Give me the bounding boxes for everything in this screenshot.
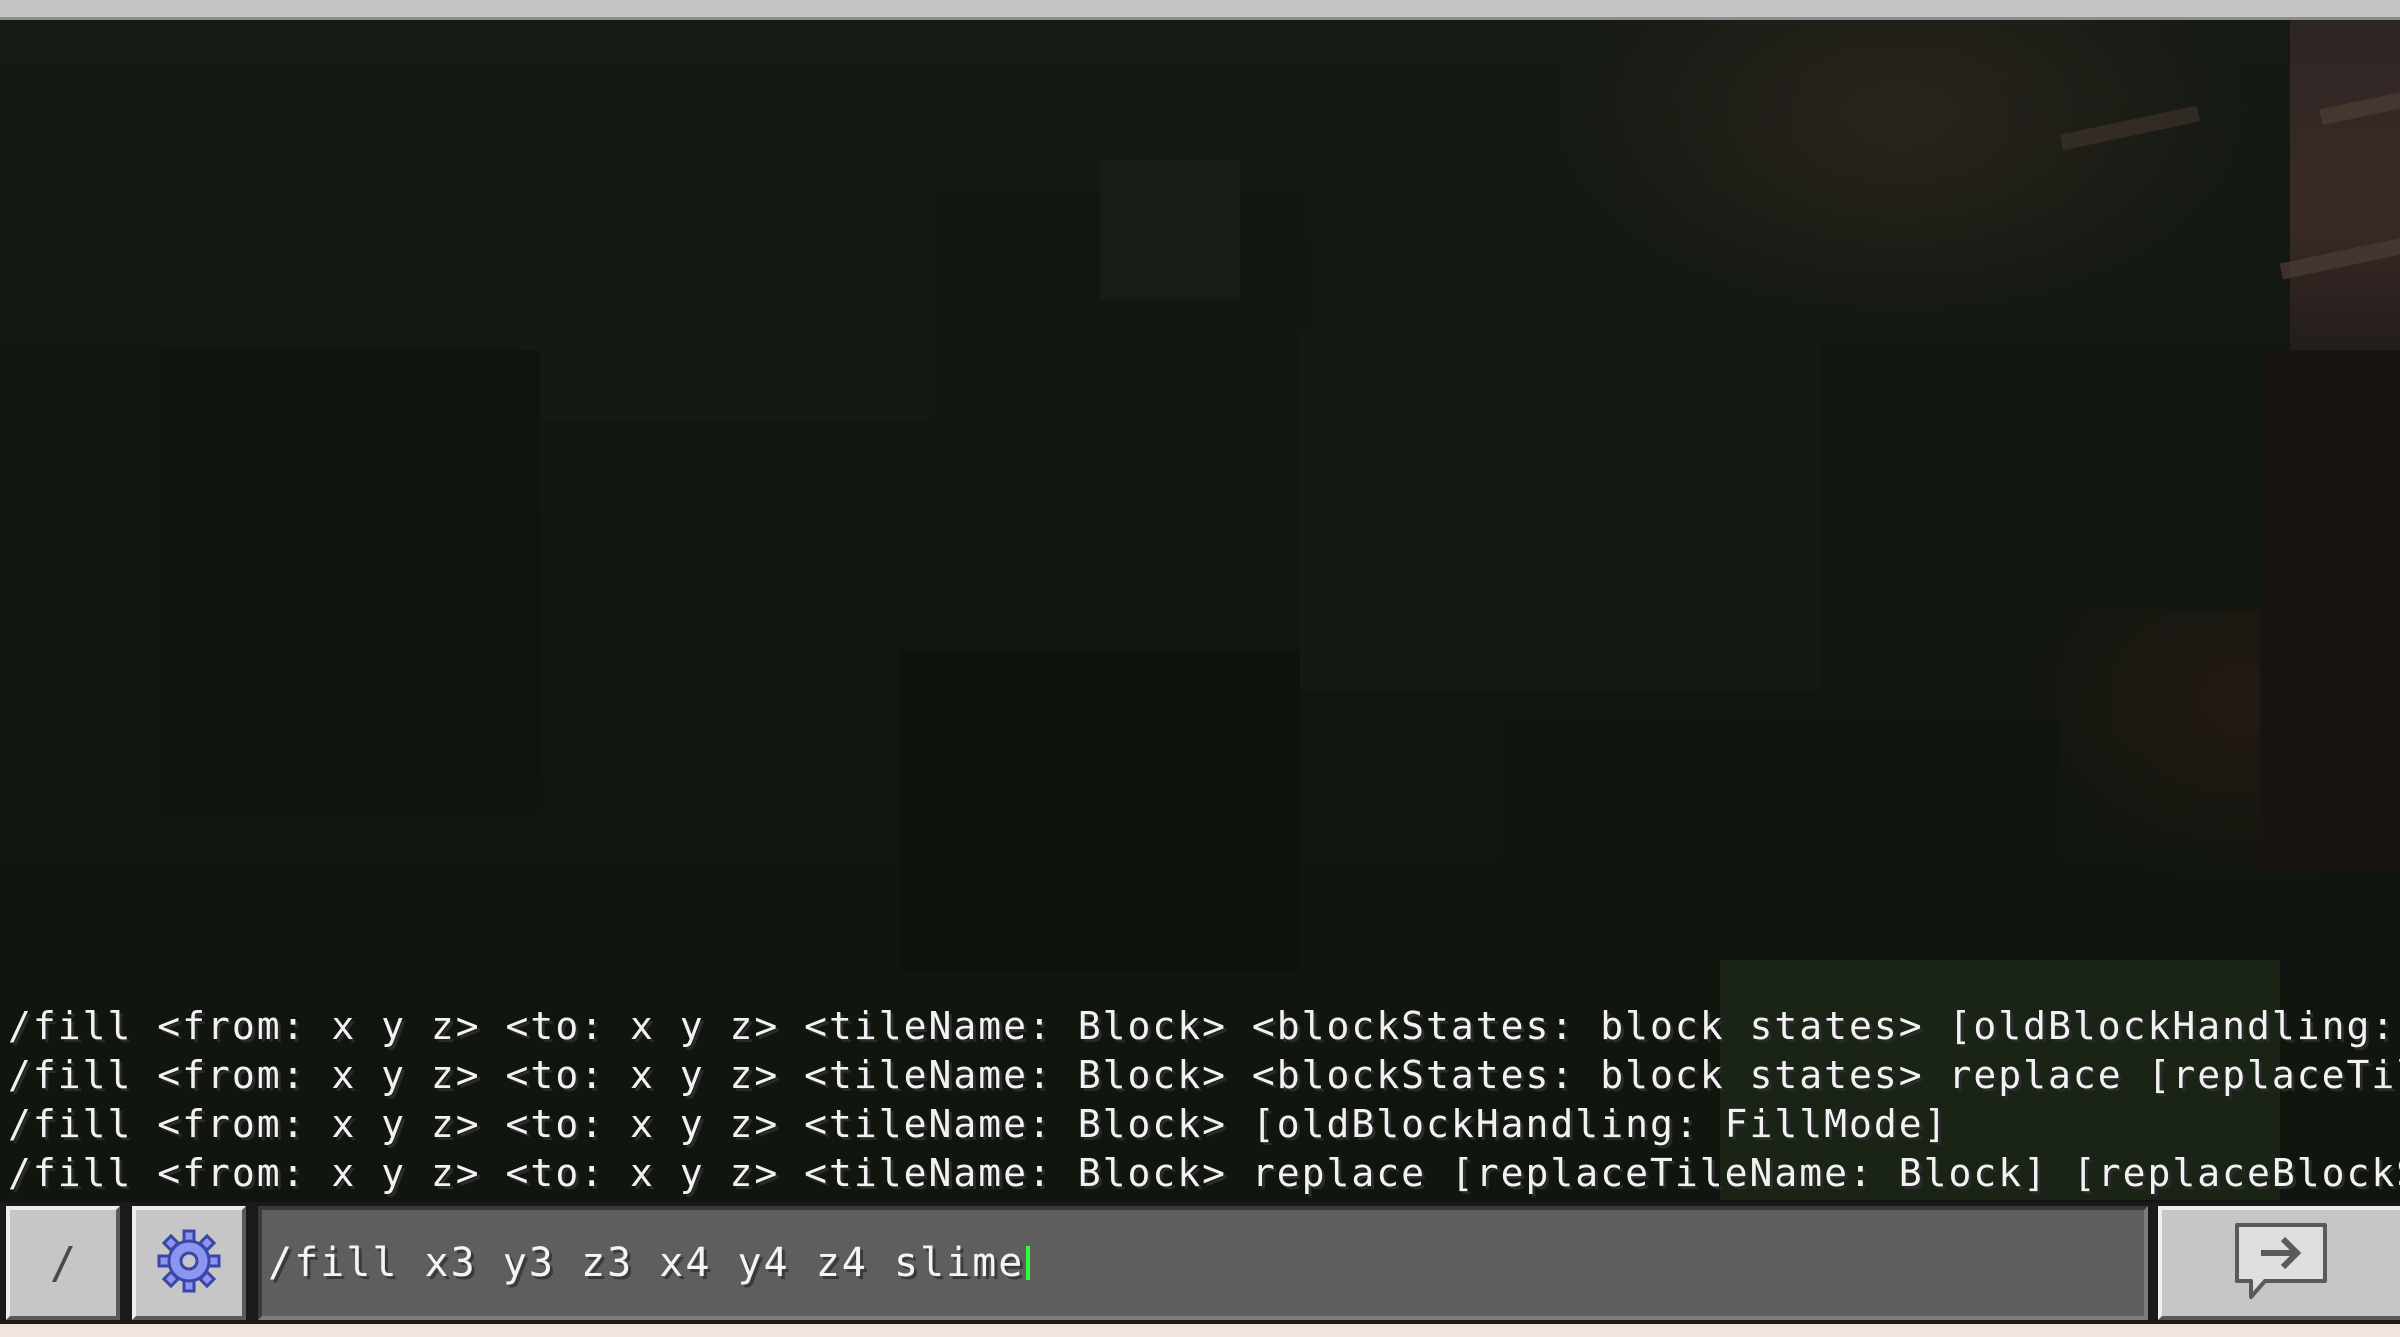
chat-bar: / /fill x3 y3 z3 x4 y4 z4 slime [0,1202,2400,1324]
command-suggestion-line: /fill <from: x y z> <to: x y z> <tileNam… [8,1102,1949,1146]
sky-patch [2290,20,2400,350]
arrow-right-icon [2229,1219,2333,1307]
command-suggestion-line: /fill <from: x y z> <to: x y z> <tileNam… [8,1151,2400,1195]
chat-input-text: /fill x3 y3 z3 x4 y4 z4 slime [268,1240,1025,1286]
terrain-block [520,100,940,420]
cloud-streak [2059,105,2201,151]
terrain-block [2260,350,2400,870]
window-top-border [0,0,2400,20]
send-button[interactable] [2158,1206,2400,1320]
command-suggestions: /fill <from: x y z> <to: x y z> <tileNam… [0,1002,2400,1202]
terrain-block [160,350,540,810]
slash-command-button[interactable]: / [6,1206,120,1320]
chat-input-field[interactable]: /fill x3 y3 z3 x4 y4 z4 slime [258,1206,2148,1320]
bottom-border [0,1324,2400,1337]
slash-button-label: / [49,1237,77,1289]
terrain-block [1500,720,2060,980]
gear-icon [156,1228,222,1298]
command-suggestion-line: /fill <from: x y z> <to: x y z> <tileNam… [8,1053,2400,1097]
chat-settings-button[interactable] [132,1206,246,1320]
terrain-block [1820,350,2290,610]
terrain-block [1100,160,1240,300]
terrain-block [900,650,1300,970]
terrain-block [1300,330,1820,690]
command-suggestion-line: /fill <from: x y z> <to: x y z> <tileNam… [8,1004,2400,1048]
text-cursor [1026,1246,1031,1280]
